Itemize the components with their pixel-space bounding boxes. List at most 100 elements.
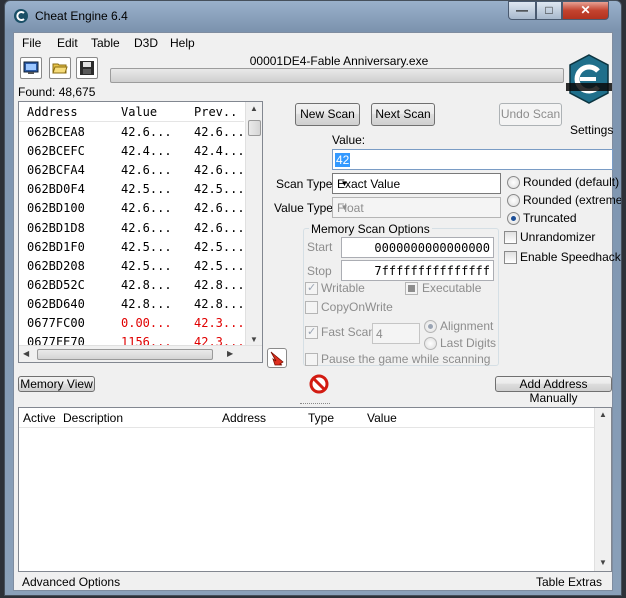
table-row[interactable]: 062BD0F4 42.5... 42.5... — [19, 180, 245, 199]
value-type-select[interactable]: Float ▼ — [332, 197, 501, 218]
copy-on-write-checkbox[interactable] — [305, 301, 318, 314]
rounded-default-radio[interactable] — [507, 176, 520, 189]
table-row[interactable]: 0677FC00 0.00... 42.3... — [19, 314, 245, 333]
open-file-button[interactable] — [49, 57, 71, 79]
result-value: 42.6... — [121, 220, 172, 235]
close-icon: ✕ — [580, 3, 591, 17]
result-value: 42.5... — [121, 182, 172, 197]
table-row[interactable]: 062BD1F0 42.5... 42.5... — [19, 238, 245, 257]
scroll-down-icon[interactable]: ▼ — [599, 558, 607, 567]
maximize-button[interactable]: □ — [536, 1, 562, 20]
advanced-options-link[interactable]: Advanced Options — [22, 575, 120, 589]
menu-d3d[interactable]: D3D — [134, 36, 158, 50]
writable-checkbox[interactable] — [305, 281, 318, 295]
column-description[interactable]: Description — [63, 411, 123, 425]
cheat-engine-logo-icon[interactable] — [566, 53, 612, 125]
table-row[interactable]: 062BCEA8 42.6... 42.6... — [19, 123, 245, 142]
table-extras-link[interactable]: Table Extras — [536, 575, 602, 589]
result-address: 062BD1F0 — [27, 239, 85, 254]
result-address: 062BD0F4 — [27, 182, 85, 197]
results-vertical-scrollbar[interactable]: ▲ ▼ — [245, 102, 262, 347]
process-name: 00001DE4-Fable Anniversary.exe — [249, 54, 429, 68]
close-button[interactable]: ✕ — [562, 1, 609, 20]
menu-file[interactable]: File — [22, 36, 41, 50]
scroll-up-icon[interactable]: ▲ — [250, 104, 258, 113]
header-address[interactable]: Address — [27, 105, 78, 119]
column-address[interactable]: Address — [222, 411, 266, 425]
results-vscroll-thumb[interactable] — [248, 120, 261, 136]
fast-scan-checkbox[interactable] — [305, 325, 318, 339]
chevron-down-icon: ▼ — [340, 203, 349, 212]
truncated-radio[interactable] — [507, 212, 520, 225]
result-previous: 42.8... — [194, 296, 245, 311]
stop-address-field[interactable]: 7fffffffffffffff — [341, 260, 494, 281]
results-hscroll-thumb[interactable] — [37, 349, 213, 360]
select-process-button[interactable] — [20, 57, 42, 79]
table-row[interactable]: 062BD100 42.6... 42.6... — [19, 199, 245, 218]
result-previous: 42.6... — [194, 125, 245, 139]
menu-help[interactable]: Help — [170, 36, 195, 50]
splitter-grip[interactable] — [300, 403, 330, 405]
start-address-field[interactable]: 0000000000000000 — [341, 237, 494, 258]
scroll-left-icon[interactable]: ◀ — [23, 349, 29, 358]
memory-view-button[interactable]: Memory View — [18, 376, 95, 392]
found-count: Found: 48,675 — [18, 85, 96, 99]
fast-scan-alignment-field[interactable]: 4 — [372, 323, 420, 344]
save-button[interactable] — [76, 57, 98, 79]
unrandomizer-checkbox[interactable] — [504, 231, 517, 244]
table-row[interactable]: 062BCEFC 42.4... 42.4... — [19, 142, 245, 161]
table-row[interactable]: 062BD1D8 42.6... 42.6... — [19, 219, 245, 238]
scan-progress-bar — [110, 68, 564, 83]
pause-game-checkbox[interactable] — [305, 353, 318, 366]
value-input-text: 42 — [335, 153, 351, 167]
column-value[interactable]: Value — [367, 411, 397, 425]
minimize-icon: — — [516, 3, 528, 17]
header-previous[interactable]: Prev.. — [194, 105, 237, 119]
result-value: 0.00... — [121, 316, 172, 330]
minimize-button[interactable]: — — [508, 1, 536, 20]
title-bar[interactable]: Cheat Engine 6.4 — □ ✕ — [5, 1, 621, 31]
add-address-manually-button[interactable]: Add Address Manually — [495, 376, 612, 405]
last-digits-radio[interactable] — [424, 337, 437, 350]
speedhack-checkbox[interactable] — [504, 251, 517, 264]
result-address: 062BCFA4 — [27, 163, 85, 178]
add-to-list-button[interactable] — [267, 348, 287, 368]
header-value[interactable]: Value — [121, 105, 157, 119]
table-row[interactable]: 062BD640 42.8... 42.8... — [19, 295, 245, 314]
scroll-right-icon[interactable]: ▶ — [227, 349, 233, 358]
memory-scan-options-title: Memory Scan Options — [309, 222, 432, 236]
new-scan-button[interactable]: New Scan — [295, 103, 360, 126]
result-address: 062BCEA8 — [27, 125, 85, 139]
alignment-radio[interactable] — [424, 320, 437, 333]
column-type[interactable]: Type — [308, 411, 334, 425]
menu-edit[interactable]: Edit — [57, 36, 78, 50]
table-row[interactable]: 062BCFA4 42.6... 42.6... — [19, 161, 245, 180]
result-value: 42.5... — [121, 258, 172, 273]
settings-link[interactable]: Settings — [570, 123, 613, 137]
client-area: File Edit Table D3D Help 00001DE4-Fable … — [13, 32, 621, 591]
undo-scan-button[interactable]: Undo Scan — [499, 103, 562, 126]
rounded-default-label: Rounded (default) — [523, 175, 620, 189]
results-horizontal-scrollbar[interactable]: ◀ ▶ — [19, 345, 262, 362]
table-row[interactable]: 062BD52C 42.8... 42.8... — [19, 276, 245, 295]
scan-results-list[interactable]: Address Value Prev.. 062BCEA8 42.6... 42.6… — [18, 101, 263, 363]
executable-checkbox[interactable] — [405, 282, 418, 295]
scan-type-select[interactable]: Exact Value ▼ — [332, 173, 501, 194]
scan-type-label: Scan Type — [276, 177, 333, 191]
scroll-down-icon[interactable]: ▼ — [250, 335, 258, 344]
address-table[interactable]: Active Description Address Type Value ▲ … — [18, 407, 612, 572]
next-scan-button[interactable]: Next Scan — [371, 103, 435, 126]
result-value: 42.8... — [121, 296, 172, 311]
result-previous: 42.8... — [194, 277, 245, 292]
value-input[interactable]: 42 — [332, 149, 613, 170]
rounded-extreme-radio[interactable] — [507, 194, 520, 207]
fast-scan-label: Fast Scan — [321, 325, 376, 339]
address-table-scrollbar[interactable]: ▲ ▼ — [594, 408, 611, 571]
result-previous: 42.3... — [194, 316, 245, 330]
scroll-up-icon[interactable]: ▲ — [599, 410, 607, 419]
stop-icon[interactable] — [309, 374, 329, 394]
table-row[interactable]: 062BD208 42.5... 42.5... — [19, 257, 245, 276]
menu-table[interactable]: Table — [91, 36, 120, 50]
column-active[interactable]: Active — [23, 411, 56, 425]
pause-game-label: Pause the game while scanning — [321, 352, 491, 366]
